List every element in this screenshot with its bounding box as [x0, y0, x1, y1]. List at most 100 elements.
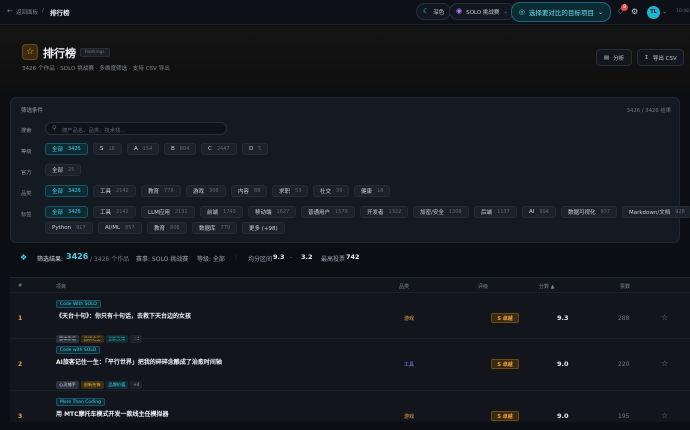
chip-label: C — [208, 146, 212, 152]
filter-chip[interactable]: B 804 — [164, 143, 197, 155]
chip-label: AI — [529, 209, 535, 215]
filter-chip[interactable]: 移动端 1627 — [248, 206, 297, 218]
chip-label: 全部 — [52, 168, 64, 174]
project-title[interactable]: 《天台十句》：你只有十句话，去救下天台边的女孩 — [56, 311, 191, 320]
chip-count: 804 — [179, 146, 190, 152]
chip-count: 1322 — [388, 209, 402, 215]
col-rank: # — [18, 283, 23, 289]
avatar[interactable]: TL — [647, 6, 660, 19]
col-votes[interactable]: 票数 — [620, 283, 630, 290]
star-icon[interactable]: ☆ — [661, 313, 668, 322]
filter-chip[interactable]: Markdown/文档 928 — [622, 206, 690, 218]
filter-chip[interactable]: 全部 3426 — [45, 143, 88, 155]
filter-funnel-icon: ❖ — [20, 253, 28, 262]
table-row[interactable]: 1 Code With SOLO 《天台十句》：你只有十句话，去救下天台边的女孩 版本… — [10, 292, 690, 343]
back-arrow-icon[interactable]: ← — [7, 7, 13, 15]
star-icon[interactable]: ☆ — [661, 411, 668, 420]
project-tag: +4 — [130, 381, 143, 389]
filter-chip[interactable]: C 2447 — [201, 143, 237, 155]
chip-label: AI/ML — [105, 225, 121, 231]
trophy-icon: ◉ — [456, 7, 463, 15]
filter-chip[interactable]: Python 917 — [45, 222, 93, 234]
chip-label: 工具 — [100, 210, 112, 216]
analyze-button[interactable]: ▤ 分析 — [596, 49, 632, 66]
chip-label: 全部 — [52, 210, 64, 216]
chevron-down-icon[interactable]: ⌄ — [662, 8, 667, 15]
contest-select[interactable]: ◉ SOLO 挑战赛 ⌄ — [449, 3, 515, 20]
chip-label: 全部 — [52, 189, 64, 195]
theme-label: 深色 — [433, 9, 445, 16]
col-category: 品类 — [399, 284, 410, 290]
search-input[interactable]: ⚲ 搜产品名、品类、技术栈... — [45, 122, 227, 135]
search-label: 搜索 — [21, 128, 32, 134]
filter-chip[interactable]: 全部 25 — [45, 164, 82, 176]
filter-chip[interactable]: 更多 (+98) — [242, 222, 285, 234]
chip-label: A — [134, 146, 138, 152]
filter-chip[interactable]: 前端 1743 — [200, 206, 243, 218]
chip-count: 5 — [258, 146, 262, 152]
chip-label: 游戏 — [193, 189, 205, 195]
filter-chip[interactable]: 加密/安全 1308 — [413, 206, 469, 218]
filter-chip[interactable]: 全部 3426 — [45, 185, 88, 197]
range-label: 均分区间 — [248, 256, 273, 263]
project-tag: 心灵捕手 — [56, 381, 79, 389]
filter-chip[interactable]: S 16 — [93, 143, 122, 155]
filter-chip[interactable]: D5 — [242, 143, 269, 155]
breadcrumb-back[interactable]: 返回面板 — [16, 8, 38, 16]
chip-label: 教育 — [154, 226, 166, 232]
chip-count: 3426 — [68, 188, 81, 194]
filter-chip[interactable]: 数据可视化 937 — [561, 206, 618, 218]
chip-label: 全部 — [52, 147, 64, 153]
project-title[interactable]: AI旅客记住一生：「平行世界」把我的碎碎念酿成了治愈时间轴 — [56, 357, 222, 366]
filter-chip[interactable]: 工具 2142 — [93, 185, 136, 197]
filter-chip[interactable]: 健康 18 — [354, 185, 391, 197]
filter-chip[interactable]: 工具 2142 — [93, 206, 136, 218]
chip-count: 994 — [539, 209, 549, 215]
filter-chip[interactable]: AI 994 — [522, 206, 556, 218]
filter-chip[interactable]: 数据库 779 — [192, 222, 238, 234]
table-row[interactable]: 2 Code with SOLO AI旅客记住一生：「平行世界」把我的碎碎念酿成了治… — [10, 338, 690, 389]
filter-chip[interactable]: LLM应用 2131 — [141, 206, 195, 218]
rank-number: 1 — [18, 315, 23, 322]
trophy-icon: ☆ — [22, 44, 38, 60]
col-score[interactable]: 分数 ▲ — [539, 283, 554, 290]
chip-label: B — [171, 146, 175, 152]
filter-chip[interactable]: 内容 88 — [231, 185, 268, 197]
chip-count: 25 — [68, 167, 75, 173]
rankings-badge: Rankings — [80, 48, 110, 57]
chip-label: 后端 — [481, 210, 493, 216]
export-csv-button[interactable]: ↧ 导出 CSV — [637, 49, 684, 66]
filter-panel: 筛选条件 3426 / 3426 结果 搜索 ⚲ 搜产品名、品类、技术栈... … — [10, 97, 690, 243]
chip-count: 2142 — [116, 188, 129, 194]
theme-toggle[interactable]: ☾ 深色 — [416, 3, 452, 20]
filter-chip[interactable]: 开发者 1322 — [360, 206, 409, 218]
chip-count: 1627 — [276, 209, 290, 215]
filter-chip[interactable]: 普通用户 1579 — [301, 206, 355, 218]
filter-chip[interactable]: AI/ML 857 — [98, 222, 142, 234]
filter-chip[interactable]: 教育 778 — [141, 185, 181, 197]
col-level: 评级 — [478, 284, 489, 290]
chip-count: 3426 — [68, 146, 81, 152]
filter-chip[interactable]: 后端 1137 — [474, 206, 517, 218]
chip-label: 更多 (+98) — [249, 226, 278, 232]
clock-time: 10:48 — [676, 9, 689, 14]
filter-chip[interactable]: A 154 — [127, 143, 160, 155]
filter-chip[interactable]: 求职 53 — [272, 185, 309, 197]
category-cell: 工具 — [404, 362, 415, 368]
target-project-select[interactable]: ◎ 选择要对比的目标项目 ⌄ — [511, 2, 611, 22]
filter-chip[interactable]: 全部 3426 — [45, 206, 88, 218]
filter-chip[interactable]: 游戏 308 — [186, 185, 226, 197]
score-cell: 9.3 — [557, 314, 569, 322]
chip-label: 移动端 — [255, 210, 272, 216]
votes-cell: 288 — [618, 315, 630, 322]
filter-chip[interactable]: 社交 30 — [313, 185, 350, 197]
star-icon[interactable]: ☆ — [661, 359, 668, 368]
filter-result-count: 3426 / 3426 结果 — [626, 108, 671, 114]
notification-badge: 8 — [621, 4, 628, 11]
target-icon: ◎ — [518, 7, 525, 16]
gear-icon[interactable]: ⚙ — [631, 7, 638, 16]
chip-label: 数据库 — [199, 226, 216, 232]
table-row[interactable]: 3 More Than Coding 用 MTC摩托车模式开发一款线主任模拟器 游戏 S… — [10, 390, 690, 430]
project-title[interactable]: 用 MTC摩托车模式开发一款线主任模拟器 — [56, 409, 169, 418]
filter-chip[interactable]: 教育 806 — [147, 222, 187, 234]
